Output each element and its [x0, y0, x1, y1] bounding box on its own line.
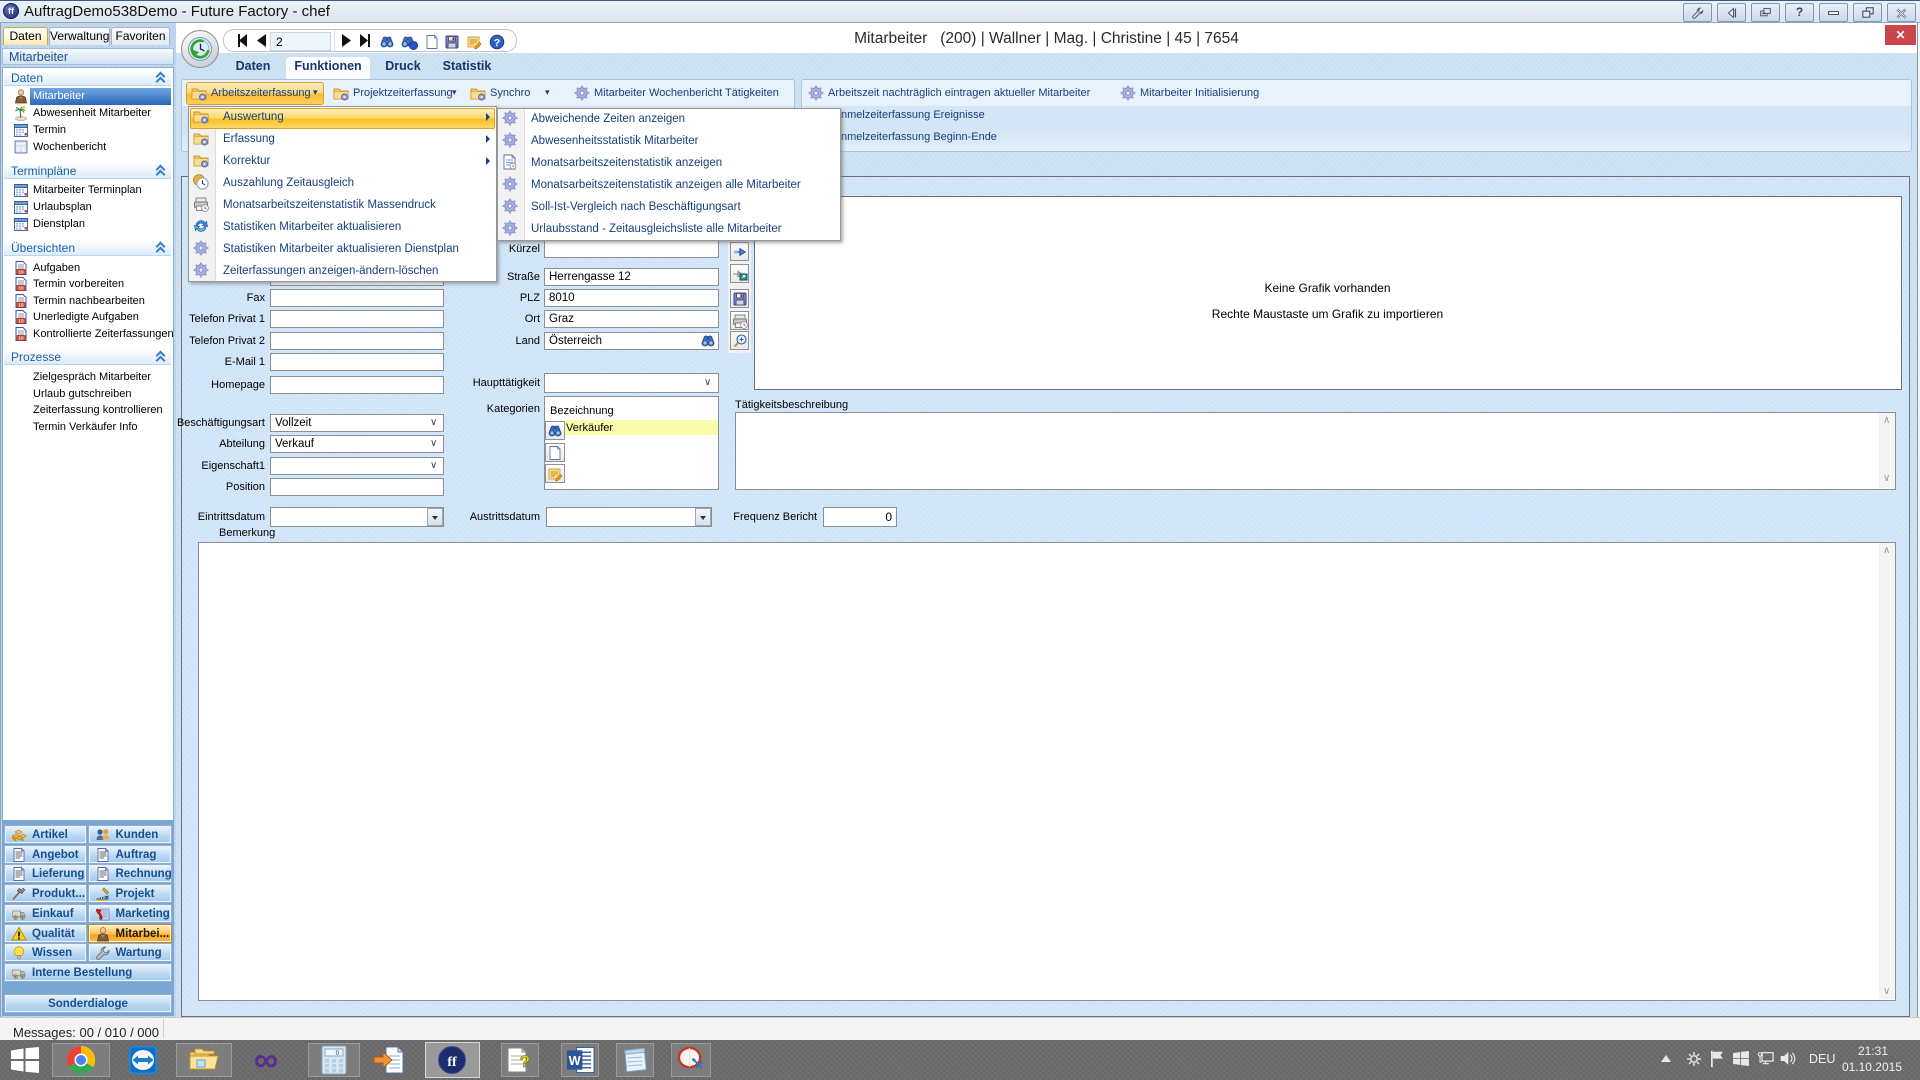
- svg-text:?: ?: [520, 1052, 530, 1071]
- svg-text:ff: ff: [447, 1055, 457, 1070]
- svg-text:W: W: [569, 1054, 581, 1068]
